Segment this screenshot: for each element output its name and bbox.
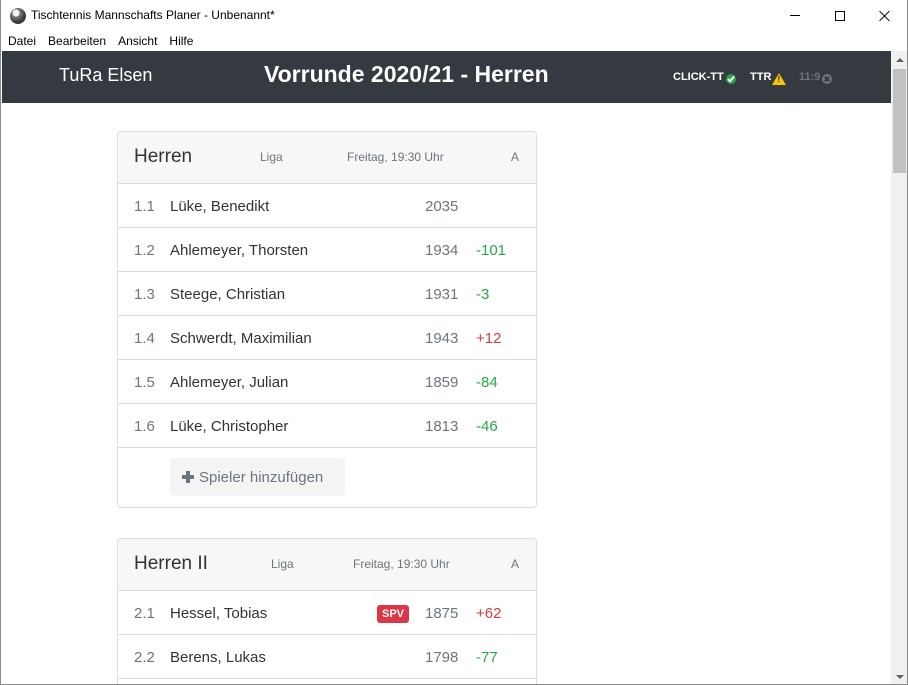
scroll-up-button[interactable] (891, 51, 907, 68)
team-league: Liga (271, 557, 294, 571)
vertical-scrollbar[interactable] (891, 51, 907, 684)
window-title: Tischtennis Mannschafts Planer - Unbenan… (31, 8, 275, 22)
team-group: A (511, 150, 520, 164)
player-position: 2.1 (134, 605, 155, 622)
player-name: Ahlemeyer, Julian (170, 374, 289, 391)
player-position: 1.2 (134, 242, 155, 259)
page-title: Vorrunde 2020/21 - Herren (264, 61, 549, 87)
player-ttr-diff: -77 (476, 649, 498, 666)
arrow-down-icon (895, 674, 904, 679)
team-schedule: Freitag, 19:30 Uhr (347, 150, 444, 164)
times-circle-icon (822, 74, 833, 84)
player-position: 1.6 (134, 418, 155, 435)
scroll-thumb[interactable] (893, 69, 906, 173)
player-position: 1.3 (134, 286, 155, 303)
team-name: Herren II (134, 553, 208, 574)
add-player-row: Spieler hinzufügen (118, 448, 536, 506)
player-ttr: 2035 (425, 198, 459, 215)
close-button[interactable] (862, 0, 907, 31)
player-name: Lüke, Christopher (170, 418, 289, 435)
main-content: Herren Liga Freitag, 19:30 Uhr A 1.1 Lük… (2, 103, 891, 684)
menu-ansicht[interactable]: Ansicht (112, 31, 163, 51)
title-bar: Tischtennis Mannschafts Planer - Unbenan… (1, 0, 907, 31)
player-ttr-diff: +12 (476, 330, 502, 347)
player-ttr: 1798 (425, 649, 459, 666)
player-ttr-diff: -3 (476, 286, 490, 303)
player-ttr: 1931 (425, 286, 459, 303)
menu-bar: Datei Bearbeiten Ansicht Hilfe (1, 31, 907, 51)
player-name: Schwerdt, Maximilian (170, 330, 312, 347)
player-ttr-diff: +62 (476, 605, 502, 622)
player-ttr: 1813 (425, 418, 459, 435)
player-ttr: 1859 (425, 374, 459, 391)
player-ttr-diff: -84 (476, 374, 498, 391)
ttr-status[interactable]: TTR (750, 69, 787, 85)
player-row[interactable]: 2.2 Berens, Lukas 1798 -77 (118, 635, 536, 679)
club-name: TuRa Elsen (59, 65, 153, 85)
player-name: Berens, Lukas (170, 649, 266, 666)
time-label: 11:9 (799, 70, 821, 83)
player-position: 1.1 (134, 198, 155, 215)
player-position: 1.4 (134, 330, 155, 347)
player-ttr-diff: -46 (476, 418, 498, 435)
spv-badge: SPV (377, 605, 410, 623)
add-player-button[interactable]: Spieler hinzufügen (170, 458, 345, 496)
player-ttr: 1934 (425, 242, 459, 259)
player-row[interactable]: 1.6 Lüke, Christopher 1813 -46 (118, 404, 536, 448)
player-name: Lüke, Benedikt (170, 198, 270, 215)
player-row[interactable]: 1.5 Ahlemeyer, Julian 1859 -84 (118, 360, 536, 404)
team-header[interactable]: Herren II Liga Freitag, 19:30 Uhr A (118, 539, 536, 591)
click-tt-label: CLICK-TT (673, 70, 724, 83)
player-ttr: 1943 (425, 330, 459, 347)
ttr-label: TTR (750, 71, 772, 83)
player-name: Ahlemeyer, Thorsten (170, 242, 309, 259)
player-name: Steege, Christian (170, 286, 286, 303)
player-row[interactable]: 2.1 Hessel, Tobias SPV 1875 +62 (118, 591, 536, 635)
team-group: A (511, 557, 520, 571)
menu-bearbeiten[interactable]: Bearbeiten (42, 31, 112, 51)
player-ttr: 1875 (425, 605, 459, 622)
maximize-button[interactable] (817, 0, 863, 31)
player-name: Hessel, Tobias (170, 605, 268, 622)
menu-hilfe[interactable]: Hilfe (163, 31, 199, 51)
app-window: Tischtennis Mannschafts Planer - Unbenan… (0, 0, 908, 685)
team-league: Liga (260, 150, 283, 164)
player-ttr-diff: -101 (476, 242, 507, 259)
app-header: TuRa Elsen Vorrunde 2020/21 - Herren CLI… (2, 51, 891, 103)
scroll-down-button[interactable] (891, 668, 907, 684)
player-row[interactable]: 1.3 Steege, Christian 1931 -3 (118, 272, 536, 316)
time-status[interactable]: 11:9 (799, 69, 833, 84)
table-tennis-ball-icon (10, 8, 26, 24)
team-card: Herren II Liga Freitag, 19:30 Uhr A 2.1 … (117, 538, 537, 684)
check-circle-icon (725, 74, 736, 84)
click-tt-status[interactable]: CLICK-TT (673, 69, 736, 84)
close-icon (879, 10, 891, 22)
warning-icon (772, 73, 787, 85)
minimize-button[interactable] (772, 0, 818, 31)
menu-datei[interactable]: Datei (1, 31, 42, 51)
team-name: Herren (134, 146, 193, 167)
team-header[interactable]: Herren Liga Freitag, 19:30 Uhr A (118, 132, 536, 184)
plus-icon (182, 471, 194, 483)
player-row[interactable]: 1.4 Schwerdt, Maximilian 1943 +12 (118, 316, 536, 360)
minimize-icon (790, 15, 800, 16)
arrow-up-icon (895, 57, 904, 62)
player-position: 1.5 (134, 374, 155, 391)
player-row[interactable]: 1.2 Ahlemeyer, Thorsten 1934 -101 (118, 228, 536, 272)
add-player-label: Spieler hinzufügen (199, 468, 324, 486)
maximize-icon (835, 10, 845, 21)
team-schedule: Freitag, 19:30 Uhr (353, 557, 450, 571)
player-row[interactable]: 1.1 Lüke, Benedikt 2035 (118, 184, 536, 228)
team-card: Herren Liga Freitag, 19:30 Uhr A 1.1 Lük… (117, 131, 537, 508)
player-position: 2.2 (134, 649, 155, 666)
